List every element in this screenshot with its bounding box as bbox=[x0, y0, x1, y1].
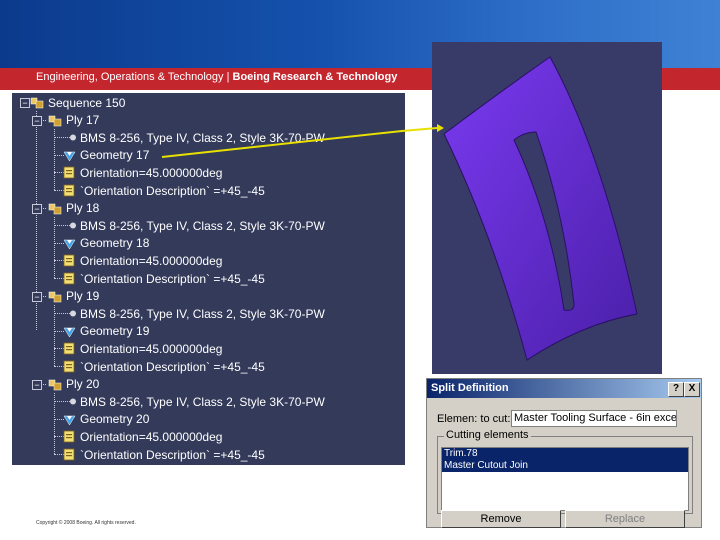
dialog-title: Split Definition bbox=[427, 379, 701, 398]
element-to-cut-label: Elemen: to cut: bbox=[437, 413, 511, 425]
remove-button[interactable]: Remove bbox=[441, 510, 561, 528]
element-to-cut-field[interactable]: Master Tooling Surface - 6in excess bbox=[511, 410, 677, 427]
cutting-elements-group: Cutting elements Trim.78 Master Cutout J… bbox=[437, 429, 693, 514]
cutting-elements-list[interactable]: Trim.78 Master Cutout Join bbox=[441, 447, 689, 511]
help-button[interactable]: ? bbox=[668, 382, 684, 397]
split-definition-dialog: Split Definition ? X Elemen: to cut: Mas… bbox=[426, 378, 702, 528]
list-item[interactable]: Master Cutout Join bbox=[442, 460, 688, 472]
cutting-elements-label: Cutting elements bbox=[444, 429, 531, 441]
replace-button[interactable]: Replace bbox=[565, 510, 685, 528]
list-item[interactable]: Trim.78 bbox=[442, 448, 688, 460]
copyright-notice: Copyright © 2008 Boeing. All rights rese… bbox=[36, 520, 136, 526]
close-button[interactable]: X bbox=[684, 382, 700, 397]
